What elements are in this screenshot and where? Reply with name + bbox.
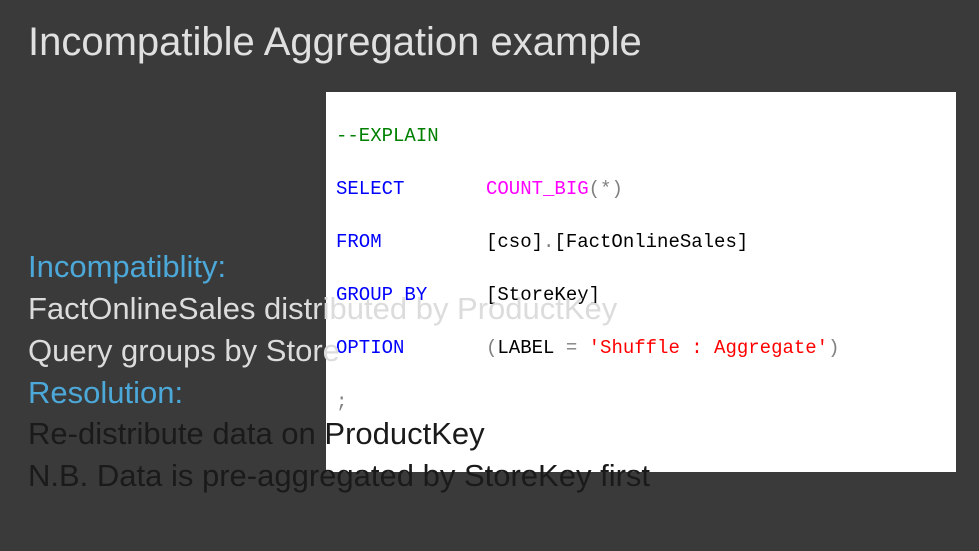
resolution-line: N.B. Data is pre-aggregated by StoreKey …	[28, 455, 650, 497]
code-paren: )	[611, 178, 622, 200]
resolution-line: Re-distribute data on ProductKey	[28, 413, 650, 455]
code-func: COUNT_BIG	[486, 178, 589, 200]
incompatibility-label: Incompatiblity:	[28, 246, 650, 288]
code-star: *	[600, 178, 611, 200]
code-paren: )	[828, 337, 839, 359]
slide-title: Incompatible Aggregation example	[28, 20, 951, 65]
code-comment: --EXPLAIN	[336, 125, 439, 147]
incompatibility-line: Query groups by Store	[28, 330, 650, 372]
resolution-label: Resolution:	[28, 372, 650, 414]
slide-body: Incompatiblity: FactOnlineSales distribu…	[28, 246, 650, 497]
slide-container: Incompatible Aggregation example --EXPLA…	[0, 0, 979, 551]
incompatibility-line: FactOnlineSales distributed by ProductKe…	[28, 288, 650, 330]
code-paren: (	[589, 178, 600, 200]
code-keyword-select: SELECT	[336, 178, 404, 200]
